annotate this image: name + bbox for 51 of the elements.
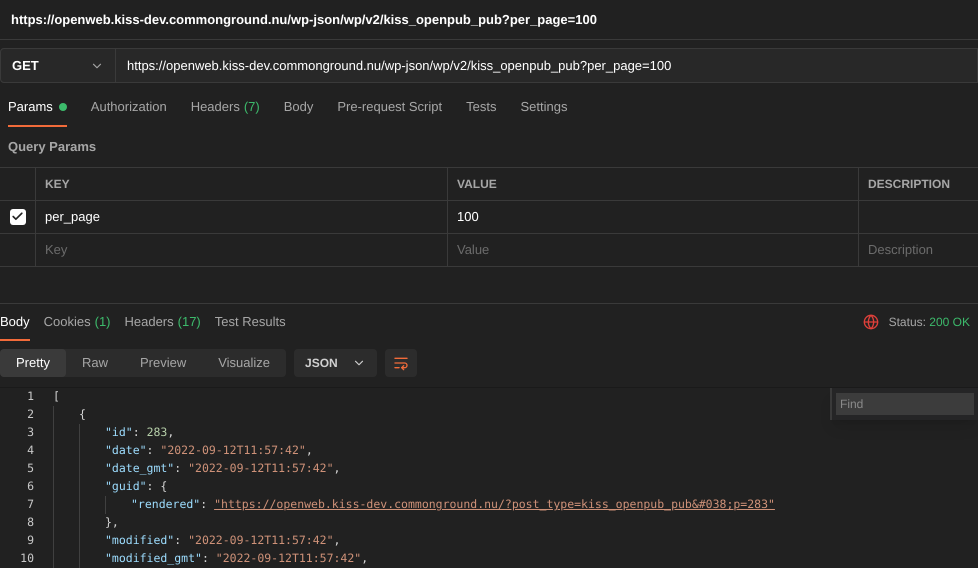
view-mode-tab[interactable]: Pretty <box>0 349 66 377</box>
tab[interactable]: Tests <box>466 89 496 127</box>
table-cell[interactable]: 100 <box>448 200 859 233</box>
find-field[interactable]: Find <box>836 393 974 415</box>
tab[interactable]: Headers (17) <box>124 304 201 342</box>
line-number: 4 <box>26 442 34 460</box>
view-mode-tab[interactable]: Visualize <box>202 349 286 377</box>
request-title: https://openweb.kiss-dev.commonground.nu/wp-json/wp/v2/kiss_openpub_pub?per_page=100 <box>11 10 597 29</box>
column-header: VALUE <box>448 168 859 200</box>
view-mode-tab[interactable]: Preview <box>124 349 202 377</box>
code-line: }, <box>105 514 119 532</box>
code-line: "modified_gmt": "2022-09-12T11:57:42", <box>105 550 368 568</box>
value-field[interactable]: Value <box>448 234 859 266</box>
code-line: "id": 283, <box>105 424 174 442</box>
description-field[interactable]: Description <box>859 234 978 266</box>
tab[interactable]: Headers (7) <box>190 89 260 127</box>
line-number: 3 <box>26 424 34 442</box>
wrap-lines-button[interactable] <box>384 349 417 377</box>
code-line: "guid": { <box>105 478 168 496</box>
format-dropdown[interactable]: JSON <box>294 349 377 377</box>
line-number: 8 <box>26 514 34 532</box>
line-number: 6 <box>26 478 34 496</box>
line-number: 10 <box>19 550 34 568</box>
wrap-text-icon <box>392 355 409 372</box>
section-heading: Query Params <box>8 138 96 154</box>
tab[interactable]: Cookies (1) <box>44 304 110 342</box>
tab[interactable]: Params <box>8 89 67 127</box>
tab[interactable]: Pre-request Script <box>337 89 442 127</box>
checkbox[interactable] <box>10 208 26 225</box>
line-number: 1 <box>26 388 34 406</box>
code-line: "date": "2022-09-12T11:57:42", <box>105 442 313 460</box>
code-line: "modified": "2022-09-12T11:57:42", <box>105 532 340 550</box>
code-line: { <box>79 406 86 424</box>
key-field[interactable]: Key <box>36 234 448 266</box>
code-line: "date_gmt": "2022-09-12T11:57:42", <box>105 460 340 478</box>
table-cell[interactable]: per_page <box>36 200 448 233</box>
code-line: "rendered": "https://openweb.kiss-dev.commonground.nu/?post_type=kiss_openpub_pub&#038;p=283" <box>131 496 775 514</box>
column-header: KEY <box>36 168 448 200</box>
code-line: [ <box>53 388 60 406</box>
status-label: Status: 200 OK <box>888 314 970 332</box>
tab[interactable]: Authorization <box>90 89 167 127</box>
line-number: 7 <box>26 496 34 514</box>
line-number: 5 <box>26 460 34 478</box>
tab[interactable]: Body <box>0 304 30 342</box>
tab[interactable]: Test Results <box>214 304 286 342</box>
line-number: 2 <box>26 406 34 424</box>
column-header: DESCRIPTION <box>867 176 952 193</box>
view-mode-tab[interactable]: Raw <box>66 349 124 377</box>
tab[interactable]: Body <box>284 89 314 127</box>
tab[interactable]: Settings <box>520 89 568 127</box>
line-number: 9 <box>26 532 34 550</box>
